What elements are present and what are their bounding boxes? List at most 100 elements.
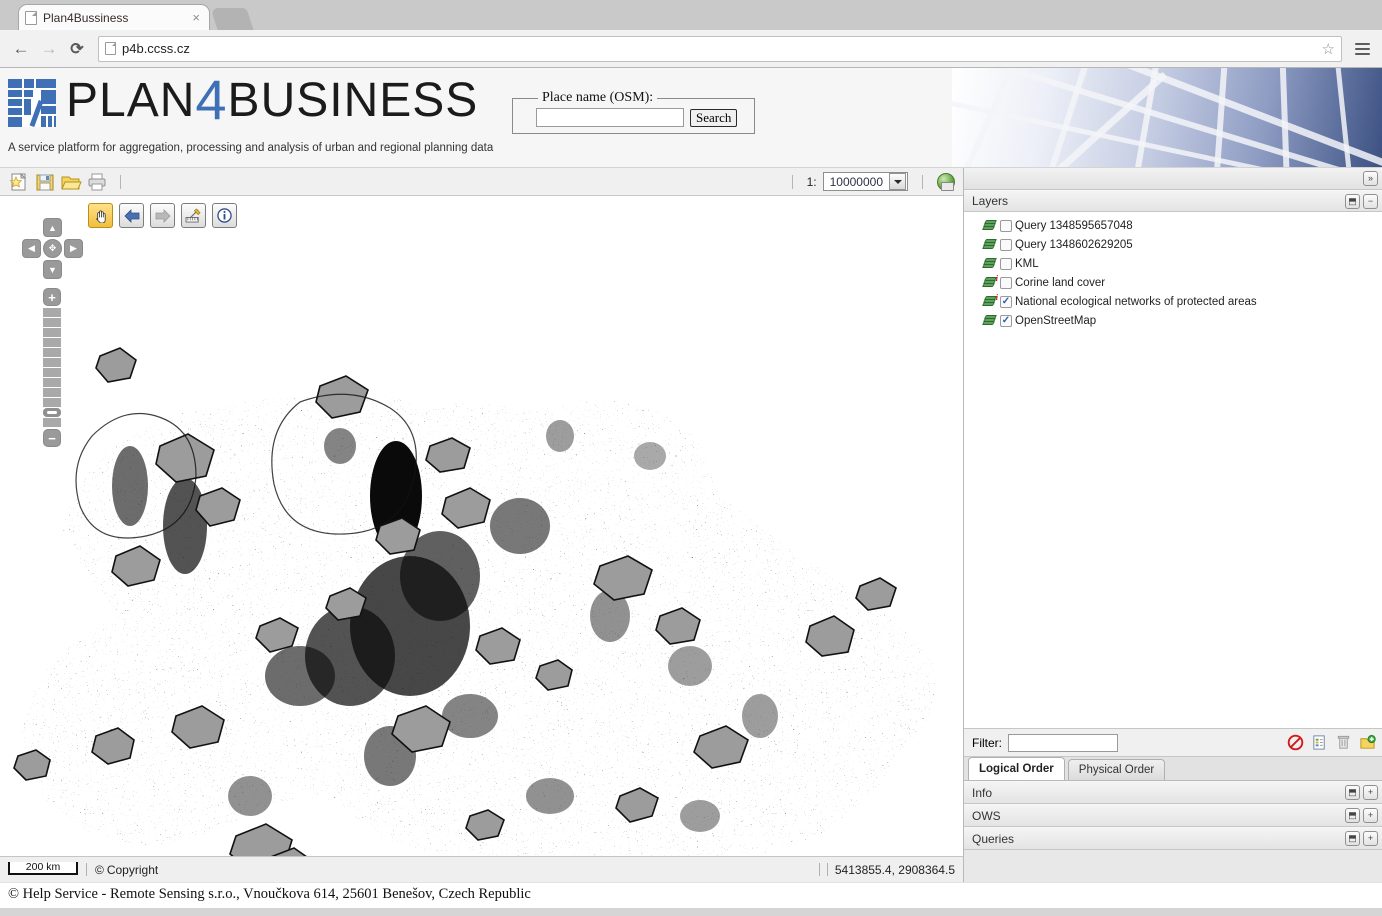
scale-divider-left [791,174,793,189]
map-copyright: © Copyright [95,863,158,877]
layer-row[interactable]: OpenStreetMap [964,311,1382,330]
zoom-slider[interactable]: + − [43,288,61,447]
zoom-tick[interactable] [43,418,61,427]
address-bar[interactable]: p4b.ccss.cz ☆ [98,35,1342,62]
map-scale-control: 1: 10000000 [784,172,955,191]
zoom-tick[interactable] [43,398,61,407]
layer-stack-icon [981,314,998,327]
add-layer-icon[interactable] [1359,734,1376,751]
map-viewport[interactable]: ▲ ◀ ✥ ▶ ▼ + − [0,196,963,856]
accordion-ows[interactable]: OWS ⬒ + [964,804,1382,827]
forward-button[interactable]: → [36,36,62,62]
layer-row[interactable]: i Corine land cover [964,273,1382,292]
footer-strip [0,908,1382,916]
print-icon[interactable] [86,171,108,193]
browser-tab[interactable]: Plan4Bussiness × [18,4,210,30]
accordion-info-expand-button[interactable]: + [1363,785,1378,800]
accordion-ows-pin-button[interactable]: ⬒ [1345,808,1360,823]
accordion-info[interactable]: Info ⬒ + [964,781,1382,804]
layer-visibility-checkbox[interactable] [1000,257,1012,270]
layer-visibility-checkbox[interactable] [1000,314,1012,327]
layers-panel-title: Layers [972,194,1009,208]
next-extent-tool[interactable] [150,203,175,228]
layers-list: Query 1348595657048 Query 1348602629205 … [964,212,1382,729]
zoom-tick[interactable] [43,308,61,317]
layer-stack-info-icon: i [981,294,998,308]
scale-select[interactable]: 10000000 [822,172,908,191]
zoom-tick[interactable] [43,338,61,347]
bookmark-star-icon[interactable]: ☆ [1322,40,1335,58]
browser-navbar: ← → ⟳ p4b.ccss.cz ☆ [0,30,1382,68]
back-button[interactable]: ← [8,36,34,62]
search-button[interactable]: Search [690,108,738,127]
map-status-bar: 200 km © Copyright 5413855.4, 2908364.5 [0,856,963,882]
tab-logical-order[interactable]: Logical Order [968,757,1065,780]
pan-up-button[interactable]: ▲ [43,218,62,237]
pan-right-button[interactable]: ▶ [64,239,83,258]
site-header: PLAN4BUSINESS A service platform for agg… [0,68,1382,168]
reload-button[interactable]: ⟳ [64,36,90,62]
place-name-search-box: Place name (OSM): Search [512,90,756,134]
identify-tool[interactable] [212,203,237,228]
layer-visibility-checkbox[interactable] [1000,295,1012,308]
site-tagline: A service platform for aggregation, proc… [8,142,494,154]
delete-layer-icon[interactable] [1335,734,1352,751]
zoom-out-button[interactable]: − [43,429,61,447]
zoom-tick[interactable] [43,368,61,377]
layer-label: KML [1015,257,1039,270]
layer-row[interactable]: KML [964,254,1382,273]
layer-properties-icon[interactable] [1311,734,1328,751]
open-folder-icon[interactable] [60,171,82,193]
scale-divider-right [922,174,923,189]
pan-center-button[interactable]: ✥ [43,239,62,258]
pan-left-button[interactable]: ◀ [22,239,41,258]
layer-visibility-checkbox[interactable] [1000,238,1012,251]
accordion-ows-expand-button[interactable]: + [1363,808,1378,823]
collapse-panel-button[interactable]: » [1363,171,1378,186]
pan-tool[interactable] [88,203,113,228]
map-canvas[interactable] [0,196,963,856]
clear-filter-icon[interactable] [1287,734,1304,751]
filter-input[interactable] [1008,733,1118,752]
accordion-info-pin-button[interactable]: ⬒ [1345,785,1360,800]
place-name-search-input[interactable] [536,108,684,128]
right-panel: » Layers ⬒ − Query 1348595657048 Query 1… [963,168,1382,882]
save-icon[interactable] [34,171,56,193]
scale-select-value: 10000000 [829,174,883,189]
zoom-tick[interactable] [43,378,61,387]
accordion-queries-expand-button[interactable]: + [1363,831,1378,846]
layer-row[interactable]: Query 1348602629205 [964,235,1382,254]
zoom-in-button[interactable]: + [43,288,61,306]
filter-label: Filter: [972,735,1002,750]
page-info-icon [105,42,116,55]
zoom-tick[interactable] [43,318,61,327]
coords-divider-b [826,863,828,876]
new-document-icon[interactable] [8,171,30,193]
globe-icon[interactable] [937,172,955,191]
close-tab-icon[interactable]: × [189,11,203,24]
layer-row[interactable]: Query 1348595657048 [964,216,1382,235]
layers-pin-button[interactable]: ⬒ [1345,193,1360,209]
layer-label: National ecological networks of protecte… [1015,295,1257,308]
accordion-queries-pin-button[interactable]: ⬒ [1345,831,1360,846]
tab-physical-order[interactable]: Physical Order [1067,759,1166,780]
layer-visibility-checkbox[interactable] [1000,219,1012,232]
header-map-artwork [952,68,1382,167]
new-tab-button[interactable] [210,8,254,30]
layers-minimize-button[interactable]: − [1363,193,1378,209]
chevron-down-icon[interactable] [889,173,906,190]
layer-visibility-checkbox[interactable] [1000,276,1012,289]
previous-extent-tool[interactable] [119,203,144,228]
page-footer: © Help Service - Remote Sensing s.r.o., … [0,882,1382,916]
layer-row[interactable]: i National ecological networks of protec… [964,292,1382,311]
zoom-tick[interactable] [43,388,61,397]
zoom-slider-thumb[interactable] [43,408,61,417]
measure-tool[interactable] [181,203,206,228]
zoom-tick[interactable] [43,348,61,357]
pan-down-button[interactable]: ▼ [43,260,62,279]
zoom-slider-track[interactable] [43,308,61,427]
accordion-queries[interactable]: Queries ⬒ + [964,827,1382,850]
browser-menu-icon[interactable] [1350,37,1374,61]
zoom-tick[interactable] [43,358,61,367]
zoom-tick[interactable] [43,328,61,337]
